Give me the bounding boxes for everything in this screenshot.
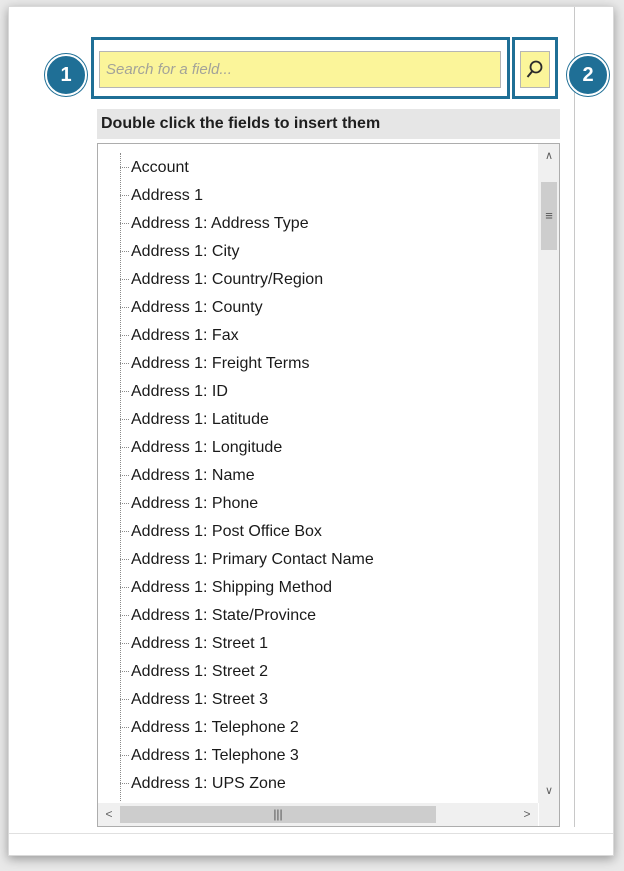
horizontal-scroll-thumb[interactable]: ||| [120,806,436,823]
field-label: Address 1: Fax [131,327,239,344]
list-item[interactable]: Address 1: Longitude [120,434,530,462]
field-label: Address 1: Name [131,467,255,484]
field-label: Address 1: City [131,243,240,260]
list-item[interactable]: Address 1: Post Office Box [120,518,530,546]
list-item[interactable]: Address 1: ID [120,378,530,406]
field-label: Address 1: Telephone 2 [131,719,299,736]
callout-badge-2: 2 [567,54,609,96]
instruction-label: Double click the fields to insert them [97,109,560,139]
list-item[interactable]: Address 1: Fax [120,322,530,350]
search-row [91,37,562,105]
field-label: Address 1: Country/Region [131,271,324,288]
list-item[interactable]: Account [120,154,530,182]
field-label: Address 1: Post Office Box [131,523,322,540]
field-label: Address 1: UPS Zone [131,775,286,792]
field-label: Address 1: Shipping Method [131,579,333,596]
list-item[interactable]: Address 1: Primary Contact Name [120,546,530,574]
list-item[interactable]: Address 1: Street 2 [120,658,530,686]
list-item[interactable]: Address 1: UPS Zone [120,770,530,798]
field-label: Address 1: Telephone 3 [131,747,299,764]
list-item[interactable]: Address 1: City [120,238,530,266]
list-item[interactable]: Address 1: Country/Region [120,266,530,294]
search-input[interactable] [99,51,501,88]
field-label: Address 1: Primary Contact Name [131,551,374,568]
scroll-down-arrow-icon[interactable]: ∨ [539,781,559,801]
field-label: Address 1: Latitude [131,411,269,428]
list-item[interactable]: Address 1 [120,182,530,210]
field-label: Address 1: Street 2 [131,663,268,680]
vertical-scroll-thumb[interactable]: ≡ [541,182,557,250]
list-item[interactable]: Address 1: Telephone 2 [120,714,530,742]
field-label: Address 1 [131,187,204,204]
list-item[interactable]: Address 1: Address Type [120,210,530,238]
field-picker-panel: 1 2 Double click the fields to insert th… [8,6,614,856]
search-callout-box [91,37,510,99]
scroll-right-arrow-icon[interactable]: > [516,803,538,826]
field-label: Address 1: Freight Terms [131,355,310,372]
field-label: Address 1: County [131,299,263,316]
list-item[interactable]: Address 1: Freight Terms [120,350,530,378]
list-item[interactable]: Address 1: Street 1 [120,630,530,658]
field-label: Address 1: Address Type [131,215,309,232]
field-label: Address 1: Street 3 [131,691,268,708]
panel-divider [574,7,575,827]
horizontal-scrollbar[interactable]: < ||| > [98,803,538,826]
field-label: Address 1: Phone [131,495,259,512]
field-label: Address 1: State/Province [131,607,316,624]
field-list-items: Account Address 1 Address 1: Address Typ… [98,144,538,803]
search-icon [526,60,543,78]
panel-bottom-divider [9,833,613,834]
scrollbar-corner [539,803,559,826]
field-label: Address 1: Longitude [131,439,283,456]
list-item[interactable]: Address 1: Street 3 [120,686,530,714]
search-button-callout-box [512,37,558,99]
list-item[interactable]: Address 1: Phone [120,490,530,518]
list-item[interactable]: Address 1: Telephone 3 [120,742,530,770]
list-item[interactable]: Address 1: Shipping Method [120,574,530,602]
field-label: Address 1: Street 1 [131,635,268,652]
vertical-scrollbar[interactable]: ∧ ≡ ∨ [538,144,559,803]
search-button[interactable] [520,51,550,88]
callout-badge-1: 1 [45,54,87,96]
list-item[interactable]: Address 1: Latitude [120,406,530,434]
scroll-up-arrow-icon[interactable]: ∧ [539,146,559,166]
list-item[interactable]: Address 1: Name [120,462,530,490]
field-label: Address 1: ID [131,383,228,400]
field-label: Account [131,159,189,176]
list-item[interactable]: Address 1: County [120,294,530,322]
scroll-left-arrow-icon[interactable]: < [98,803,120,826]
list-item[interactable]: Address 1: State/Province [120,602,530,630]
field-list[interactable]: Account Address 1 Address 1: Address Typ… [97,143,560,827]
